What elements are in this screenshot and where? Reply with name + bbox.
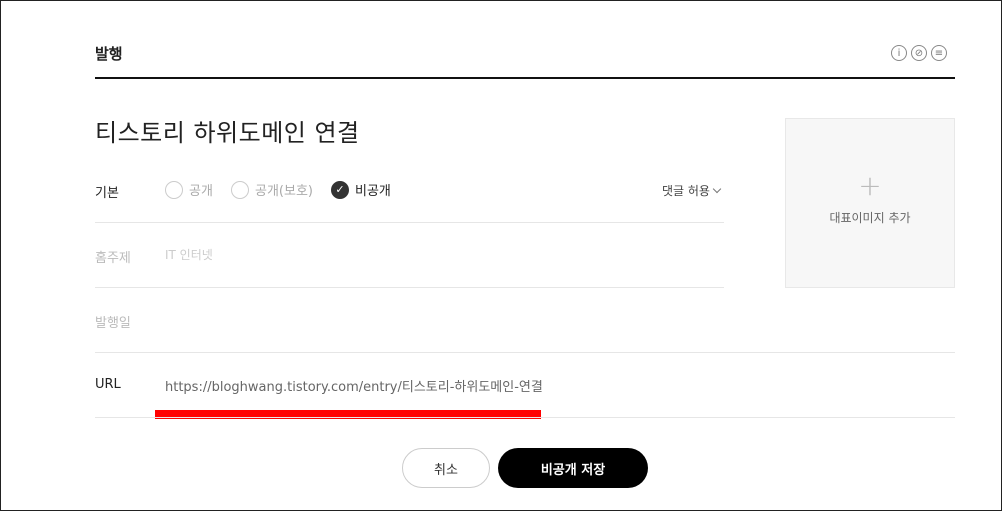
radio-public[interactable]: 공개 [165, 180, 213, 199]
radio-private[interactable]: ✓ 비공개 [331, 180, 391, 199]
radio-private-label: 비공개 [355, 184, 391, 199]
row-divider [95, 417, 955, 418]
visibility-label: 기본 [95, 186, 119, 201]
thumbnail-label: 대표이미지 추가 [829, 211, 911, 225]
comment-setting-dropdown[interactable]: 댓글 허용 [662, 182, 722, 199]
thumbnail-upload-button[interactable]: + 대표이미지 추가 [785, 118, 955, 288]
radio-protected[interactable]: 공개(보호) [231, 180, 313, 199]
post-title: 티스토리 하위도메인 연결 [95, 119, 360, 147]
topic-label: 홈주제 [95, 251, 131, 266]
radio-circle [231, 180, 249, 199]
header-icon-group: i ⊘ ≡ [891, 45, 947, 61]
url-input[interactable]: https://bloghwang.tistory.com/entry/티스토리… [165, 376, 543, 395]
no-edit-icon[interactable]: ⊘ [911, 45, 927, 61]
radio-circle [165, 180, 183, 199]
radio-public-label: 공개 [189, 184, 213, 199]
row-divider [95, 222, 724, 223]
menu-icon[interactable]: ≡ [931, 45, 947, 61]
comment-setting-label: 댓글 허용 [662, 184, 710, 198]
radio-protected-label: 공개(보호) [255, 184, 313, 199]
save-private-button[interactable]: 비공개 저장 [498, 448, 648, 488]
topic-select[interactable]: IT 인터넷 [165, 246, 213, 263]
row-divider [95, 287, 724, 288]
header-divider [95, 77, 955, 79]
row-divider [95, 352, 955, 353]
cancel-button[interactable]: 취소 [402, 448, 490, 488]
accessibility-icon[interactable]: i [891, 45, 907, 61]
chevron-down-icon [712, 184, 722, 194]
check-icon: ✓ [331, 180, 349, 199]
publish-date-label: 발행일 [95, 316, 131, 331]
dialog-title: 발행 [95, 45, 123, 63]
plus-icon: + [858, 169, 882, 202]
url-label: URL [95, 377, 121, 392]
